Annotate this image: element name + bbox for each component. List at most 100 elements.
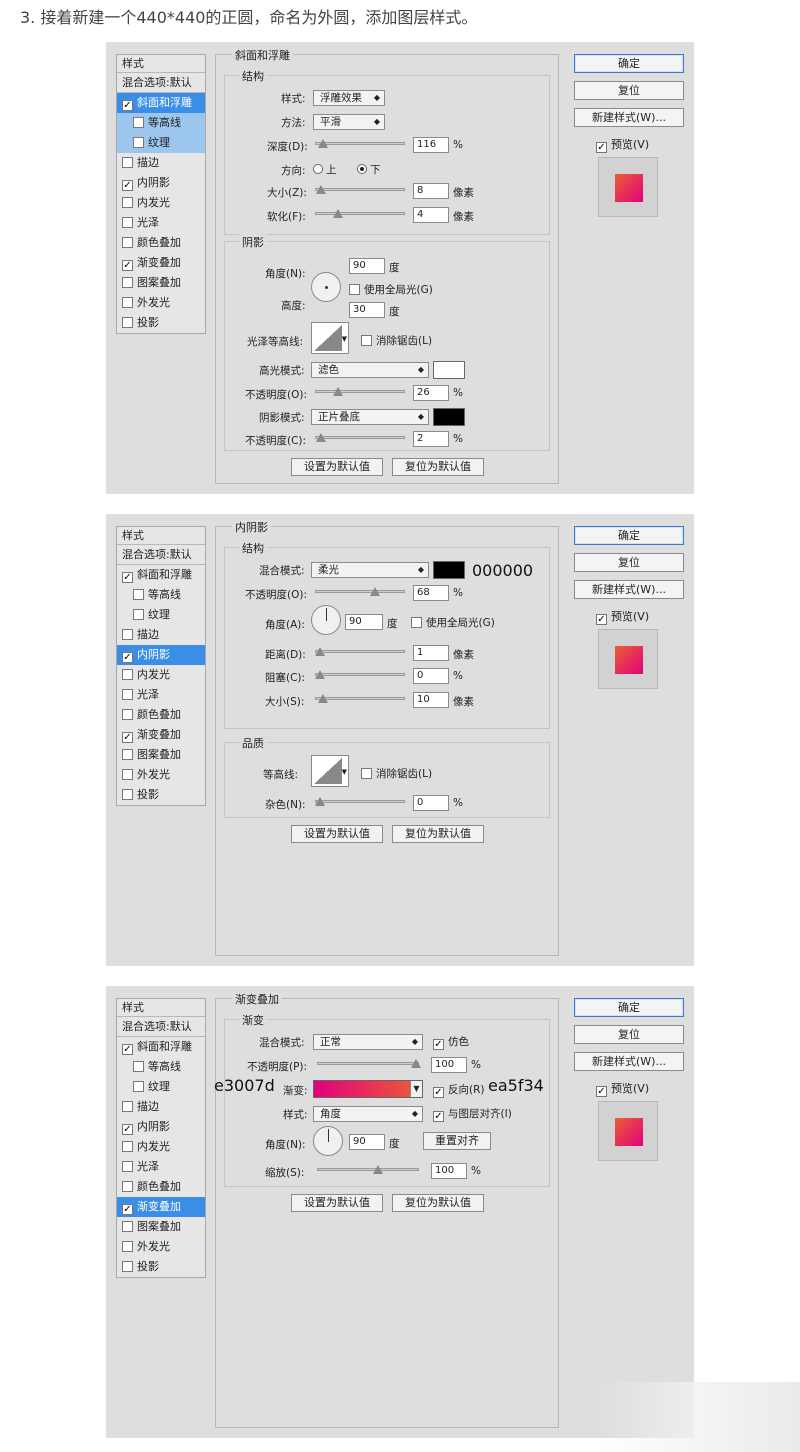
direction-up-radio[interactable]: 上 <box>313 162 337 177</box>
style-item-gradient-overlay[interactable]: ✓ 渐变叠加 <box>117 253 205 273</box>
style-item-bevel[interactable]: ✓ 斜面和浮雕 <box>117 565 205 585</box>
style-item-satin[interactable]: 光泽 <box>117 213 205 233</box>
size-slider[interactable] <box>315 184 405 196</box>
style-item-drop-shadow[interactable]: 投影 <box>117 313 205 333</box>
antialias-checkbox[interactable]: 消除锯齿(L) <box>361 766 432 781</box>
new-style-button[interactable]: 新建样式(W)... <box>574 580 684 599</box>
checkbox[interactable] <box>122 157 133 168</box>
choke-input[interactable]: 0 <box>413 668 449 684</box>
reset-default-button[interactable]: 复位为默认值 <box>392 458 484 476</box>
altitude-input[interactable]: 30 <box>349 302 385 318</box>
checkbox[interactable] <box>122 629 133 640</box>
style-item-inner-glow[interactable]: 内发光 <box>117 193 205 213</box>
new-style-button[interactable]: 新建样式(W)... <box>574 1052 684 1071</box>
checkbox[interactable] <box>122 1101 133 1112</box>
depth-slider[interactable] <box>315 138 405 150</box>
noise-slider[interactable] <box>315 796 405 808</box>
set-default-button[interactable]: 设置为默认值 <box>291 1194 383 1212</box>
checkbox[interactable] <box>122 1261 133 1272</box>
opacity-slider[interactable] <box>317 1058 421 1070</box>
ok-button[interactable]: 确定 <box>574 54 684 73</box>
reset-button[interactable]: 复位 <box>574 1025 684 1044</box>
style-item-gradient-overlay[interactable]: ✓ 渐变叠加 <box>117 1197 205 1217</box>
highlight-mode-select[interactable]: 滤色 ◆ <box>311 362 429 378</box>
checkbox[interactable] <box>122 749 133 760</box>
checkbox[interactable]: ✓ <box>122 260 133 271</box>
dither-checkbox[interactable]: ✓ 仿色 <box>433 1034 469 1050</box>
angle-dial[interactable] <box>313 1126 343 1156</box>
checkbox[interactable] <box>133 117 144 128</box>
checkbox[interactable] <box>122 709 133 720</box>
style-item-inner-shadow[interactable]: ✓ 内阴影 <box>117 1117 205 1137</box>
style-item-contour[interactable]: 等高线 <box>117 1057 205 1077</box>
angle-dial[interactable] <box>311 605 341 635</box>
style-item-color-overlay[interactable]: 颜色叠加 <box>117 1177 205 1197</box>
checkbox[interactable]: ✓ <box>122 1044 133 1055</box>
checkbox[interactable] <box>122 277 133 288</box>
style-item-stroke[interactable]: 描边 <box>117 1097 205 1117</box>
style-item-stroke[interactable]: 描边 <box>117 625 205 645</box>
checkbox[interactable]: ✓ <box>122 100 133 111</box>
style-item-color-overlay[interactable]: 颜色叠加 <box>117 705 205 725</box>
angle-input[interactable]: 90 <box>345 614 383 630</box>
gloss-contour-picker[interactable]: ▼ <box>311 322 349 354</box>
reset-default-button[interactable]: 复位为默认值 <box>392 825 484 843</box>
style-item-gradient-overlay[interactable]: ✓ 渐变叠加 <box>117 725 205 745</box>
reverse-checkbox[interactable]: ✓ 反向(R) <box>433 1082 485 1098</box>
align-layer-checkbox[interactable]: ✓ 与图层对齐(I) <box>433 1106 512 1122</box>
checkbox[interactable] <box>122 237 133 248</box>
direction-down-radio[interactable]: 下 <box>357 162 381 177</box>
angle-input[interactable]: 90 <box>349 1134 385 1150</box>
shadow-color-swatch[interactable] <box>433 561 465 579</box>
shadow-color-swatch[interactable] <box>433 408 465 426</box>
checkbox[interactable] <box>133 609 144 620</box>
style-item-drop-shadow[interactable]: 投影 <box>117 785 205 805</box>
gradient-picker[interactable]: ▼ <box>313 1080 423 1098</box>
style-item-pattern-overlay[interactable]: 图案叠加 <box>117 1217 205 1237</box>
gradient-style-select[interactable]: 角度 ◆ <box>313 1106 423 1122</box>
depth-input[interactable]: 116 <box>413 137 449 153</box>
style-item-inner-shadow[interactable]: ✓ 内阴影 <box>117 173 205 193</box>
angle-input[interactable]: 90 <box>349 258 385 274</box>
checkbox[interactable] <box>133 589 144 600</box>
style-item-inner-glow[interactable]: 内发光 <box>117 1137 205 1157</box>
checkbox[interactable]: ✓ <box>122 572 133 583</box>
highlight-opacity-input[interactable]: 26 <box>413 385 449 401</box>
checkbox[interactable] <box>122 689 133 700</box>
opacity-input[interactable]: 100 <box>431 1057 467 1073</box>
checkbox[interactable] <box>122 769 133 780</box>
style-item-inner-shadow[interactable]: ✓ 内阴影 <box>117 645 205 665</box>
size-slider[interactable] <box>315 693 405 705</box>
choke-slider[interactable] <box>315 669 405 681</box>
style-item-texture[interactable]: 纹理 <box>117 605 205 625</box>
checkbox[interactable] <box>122 1221 133 1232</box>
blend-mode-select[interactable]: 正常 ◆ <box>313 1034 423 1050</box>
distance-slider[interactable] <box>315 646 405 658</box>
style-item-inner-glow[interactable]: 内发光 <box>117 665 205 685</box>
new-style-button[interactable]: 新建样式(W)... <box>574 108 684 127</box>
preview-checkbox[interactable]: ✓ 预览(V) <box>596 1080 649 1097</box>
blend-options-item[interactable]: 混合选项:默认 <box>117 545 205 565</box>
checkbox[interactable] <box>133 1061 144 1072</box>
style-item-satin[interactable]: 光泽 <box>117 685 205 705</box>
size-input[interactable]: 10 <box>413 692 449 708</box>
soften-slider[interactable] <box>315 208 405 220</box>
set-default-button[interactable]: 设置为默认值 <box>291 825 383 843</box>
technique-select[interactable]: 平滑 ◆ <box>313 114 385 130</box>
style-select[interactable]: 浮雕效果 ◆ <box>313 90 385 106</box>
opacity-input[interactable]: 68 <box>413 585 449 601</box>
reset-default-button[interactable]: 复位为默认值 <box>392 1194 484 1212</box>
style-item-contour[interactable]: 等高线 <box>117 113 205 133</box>
checkbox[interactable] <box>122 669 133 680</box>
shadow-opacity-input[interactable]: 2 <box>413 431 449 447</box>
contour-picker[interactable]: ▼ <box>311 755 349 787</box>
ok-button[interactable]: 确定 <box>574 998 684 1017</box>
preview-checkbox[interactable]: ✓ 预览(V) <box>596 608 649 625</box>
style-item-contour[interactable]: 等高线 <box>117 585 205 605</box>
checkbox[interactable] <box>122 1181 133 1192</box>
checkbox[interactable] <box>133 137 144 148</box>
blend-mode-select[interactable]: 柔光 ◆ <box>311 562 429 578</box>
preview-checkbox[interactable]: ✓ 预览(V) <box>596 136 649 153</box>
blend-options-item[interactable]: 混合选项:默认 <box>117 1017 205 1037</box>
global-light-checkbox[interactable]: 使用全局光(G) <box>349 282 433 297</box>
